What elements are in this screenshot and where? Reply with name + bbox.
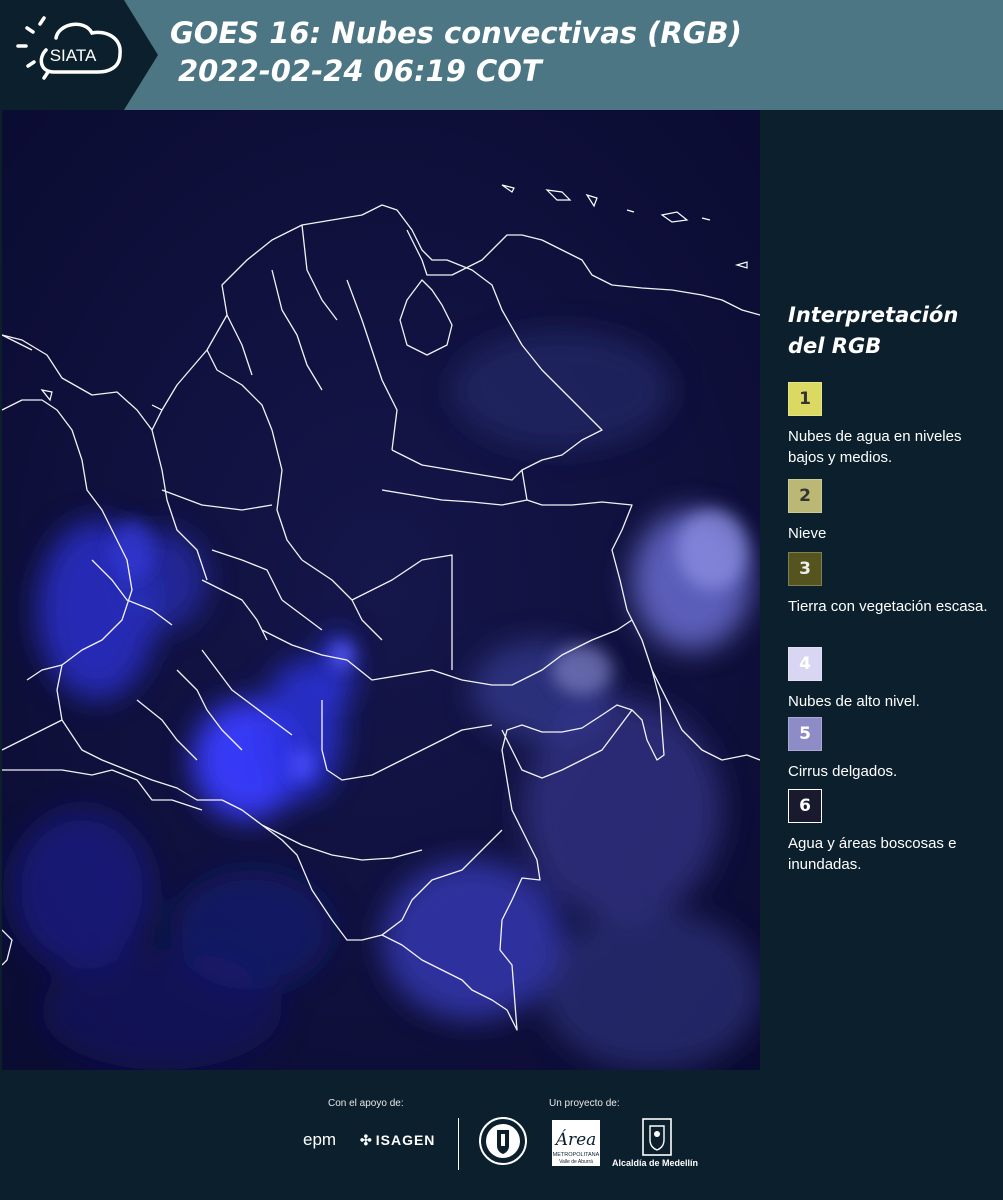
alcaldia-label: Alcaldía de Medellín xyxy=(612,1158,699,1168)
siata-logo: SIATA xyxy=(0,0,158,110)
svg-text:Valle de Aburrá: Valle de Aburrá xyxy=(559,1159,593,1165)
legend-label-2: Nieve xyxy=(788,525,827,542)
svg-text:Área: Área xyxy=(554,1129,597,1150)
footer: Con el apoyo de: Un proyecto de: epm ✣ IS… xyxy=(0,1070,1003,1200)
legend-label-3: Tierra con vegetación escasa. xyxy=(788,598,988,615)
page-title: GOES 16: Nubes convectivas (RGB) 2022-02… xyxy=(170,14,742,90)
legend-label-5: Cirrus delgados. xyxy=(788,763,898,780)
title-line-2: 2022-02-24 06:19 COT xyxy=(178,54,542,88)
legend-item-6: 6 Agua y áreas boscosas e inundadas. xyxy=(788,789,998,875)
svg-text:METROPOLITANA: METROPOLITANA xyxy=(553,1152,600,1158)
area-metropolitana-logo: Área METROPOLITANA Valle de Aburrá xyxy=(552,1120,600,1171)
legend-swatch-3: 3 xyxy=(788,552,822,586)
alcaldia-shield-logo xyxy=(642,1118,672,1161)
isagen-mark-icon: ✣ xyxy=(360,1132,373,1148)
legend-swatch-6: 6 xyxy=(788,789,822,823)
legend-title-line-1: Interpretación xyxy=(788,303,959,327)
legend-panel: Interpretación del RGB 1 Nubes de agua e… xyxy=(760,110,1003,1070)
medellin-seal-logo xyxy=(478,1116,528,1171)
legend-item-3: 3 Tierra con vegetación escasa. xyxy=(788,552,998,617)
legend-label-6: Agua y áreas boscosas e inundadas. xyxy=(788,835,957,873)
legend-swatch-1: 1 xyxy=(788,382,822,416)
legend-item-2: 2 Nieve xyxy=(788,479,998,544)
isagen-logo: ✣ ISAGEN xyxy=(360,1132,436,1148)
siata-logo-text: SIATA xyxy=(50,46,97,65)
satellite-map xyxy=(2,110,760,1070)
title-line-1: GOES 16: Nubes convectivas (RGB) xyxy=(170,16,742,50)
support-caption: Con el apoyo de: xyxy=(328,1098,404,1109)
header-bar: SIATA GOES 16: Nubes convectivas (RGB) 2… xyxy=(0,0,1003,110)
footer-divider xyxy=(458,1118,459,1170)
legend-title: Interpretación del RGB xyxy=(788,300,958,362)
legend-title-line-2: del RGB xyxy=(788,334,882,358)
legend-label-1: Nubes de agua en niveles bajos y medios. xyxy=(788,428,962,466)
legend-item-5: 5 Cirrus delgados. xyxy=(788,717,998,782)
project-caption: Un proyecto de: xyxy=(549,1098,620,1109)
legend-label-4: Nubes de alto nivel. xyxy=(788,693,920,710)
epm-logo: epm xyxy=(303,1130,337,1149)
legend-item-4: 4 Nubes de alto nivel. xyxy=(788,647,998,712)
legend-swatch-4: 4 xyxy=(788,647,822,681)
legend-swatch-2: 2 xyxy=(788,479,822,513)
legend-swatch-5: 5 xyxy=(788,717,822,751)
legend-item-1: 1 Nubes de agua en niveles bajos y medio… xyxy=(788,382,998,468)
